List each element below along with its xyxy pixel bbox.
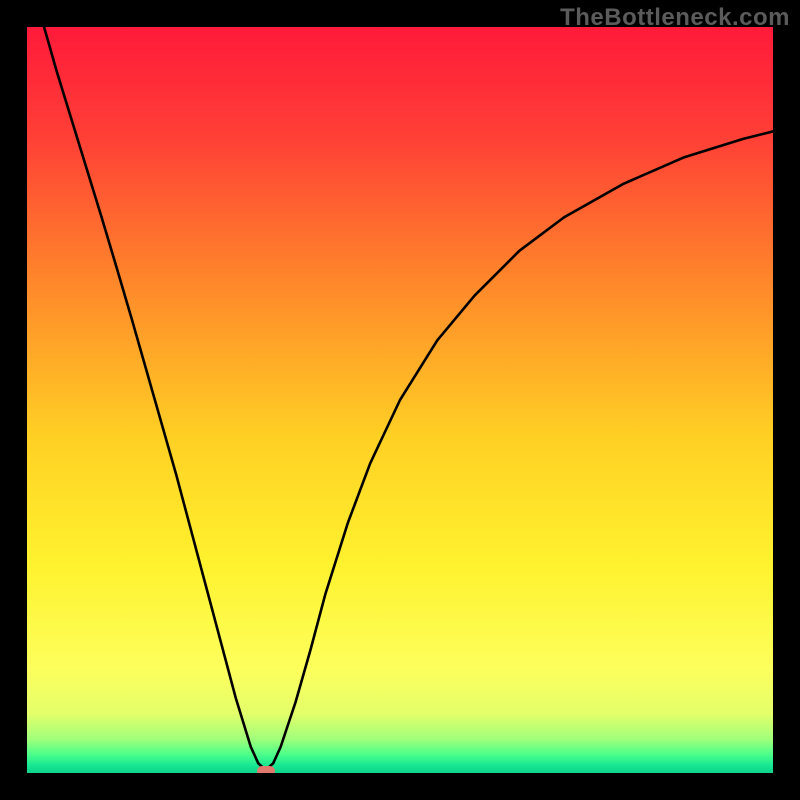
curve-layer xyxy=(27,27,773,773)
optimal-point xyxy=(257,766,275,773)
watermark-text: TheBottleneck.com xyxy=(560,4,790,32)
bottleneck-curve xyxy=(27,27,773,770)
chart-frame: TheBottleneck.com xyxy=(0,0,800,800)
plot-area xyxy=(27,27,773,773)
